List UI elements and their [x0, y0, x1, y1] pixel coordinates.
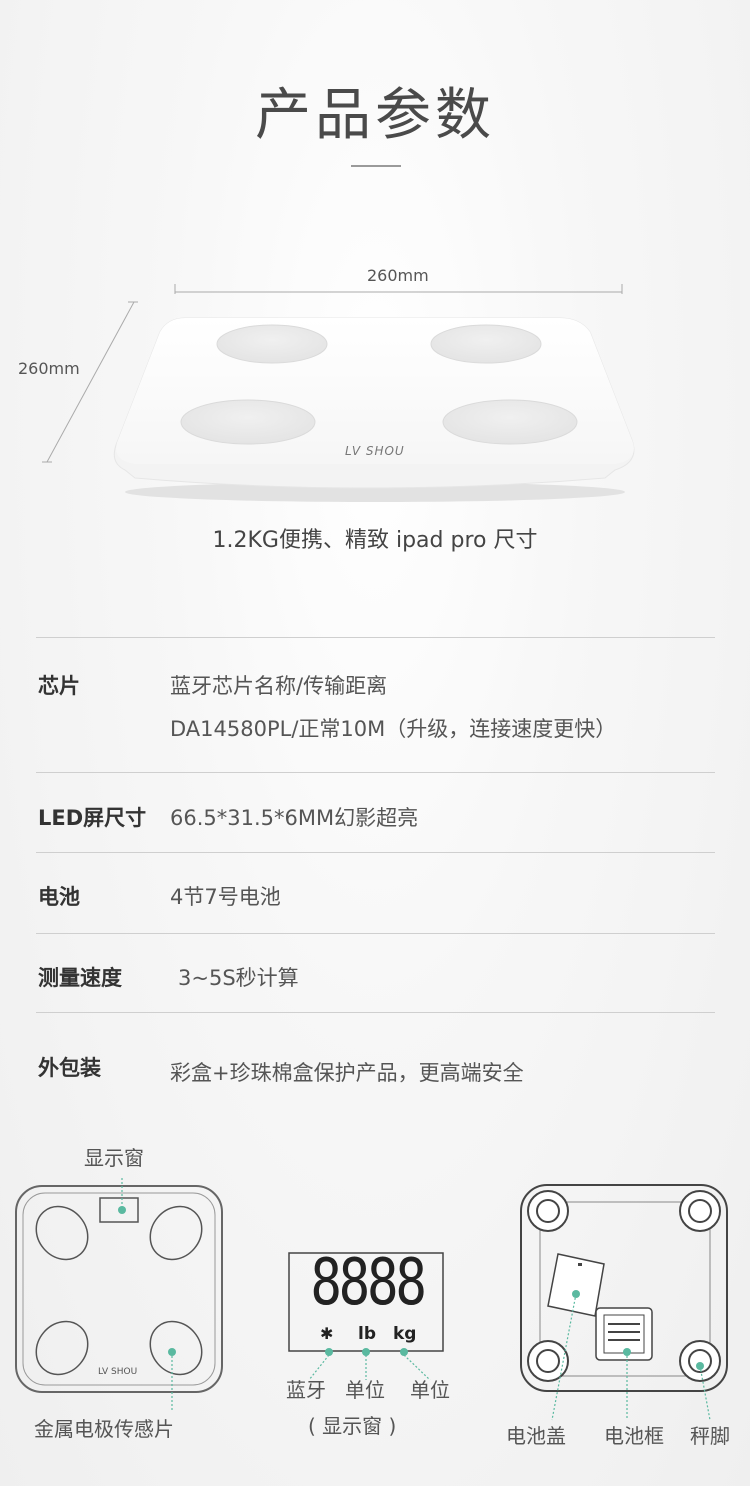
label-battery-frame: 电池框 — [604, 1424, 664, 1448]
brand-logo: LV SHOU — [345, 444, 405, 458]
label-battery-cover: 电池盖 — [506, 1424, 566, 1448]
spec-value-battery: 4节7号电池 — [170, 885, 281, 909]
spec-value-speed: 3~5S秒计算 — [178, 966, 299, 990]
spec-label-packaging: 外包装 — [38, 1056, 101, 1080]
bottom-view-diagram — [520, 1184, 728, 1421]
table-divider — [36, 637, 715, 638]
spec-value-chip-line2: DA14580PL/正常10M（升级，连接速度更快） — [170, 717, 617, 741]
bluetooth-icon: ✱ — [320, 1324, 334, 1343]
diagram-brand-logo: LV SHOU — [98, 1367, 138, 1377]
depth-dimension-label: 260mm — [18, 359, 80, 378]
spec-label-chip: 芯片 — [38, 674, 80, 698]
lcd-lb-label: lb — [358, 1324, 376, 1344]
lcd-kg-label: kg — [393, 1324, 417, 1344]
label-unit-1: 单位 — [345, 1378, 385, 1402]
spec-value-led: 66.5*31.5*6MM幻影超亮 — [170, 806, 419, 830]
width-dimension-label: 260mm — [367, 266, 429, 285]
label-display-window-paren: ( 显示窗 ) — [308, 1414, 397, 1438]
label-electrode: 金属电极传感片 — [34, 1417, 174, 1441]
table-divider — [36, 852, 715, 853]
spec-value-packaging: 彩盒+珍珠棉盒保护产品，更高端安全 — [170, 1061, 524, 1085]
spec-label-led: LED屏尺寸 — [38, 806, 147, 830]
label-unit-2: 单位 — [410, 1378, 450, 1402]
label-scale-foot: 秤脚 — [690, 1424, 730, 1448]
spec-label-speed: 测量速度 — [38, 966, 122, 990]
label-bluetooth: 蓝牙 — [286, 1378, 326, 1402]
spec-value-chip-line1: 蓝牙芯片名称/传输距离 — [170, 674, 388, 698]
table-divider — [36, 772, 715, 773]
lcd-digits: 8888 — [310, 1246, 427, 1320]
product-caption: 1.2KG便携、精致 ipad pro 尺寸 — [212, 528, 538, 553]
table-divider — [36, 1012, 715, 1013]
table-divider — [36, 933, 715, 934]
label-display-window: 显示窗 — [84, 1146, 144, 1170]
spec-label-battery: 电池 — [38, 885, 80, 909]
scale-product-image — [42, 284, 635, 502]
